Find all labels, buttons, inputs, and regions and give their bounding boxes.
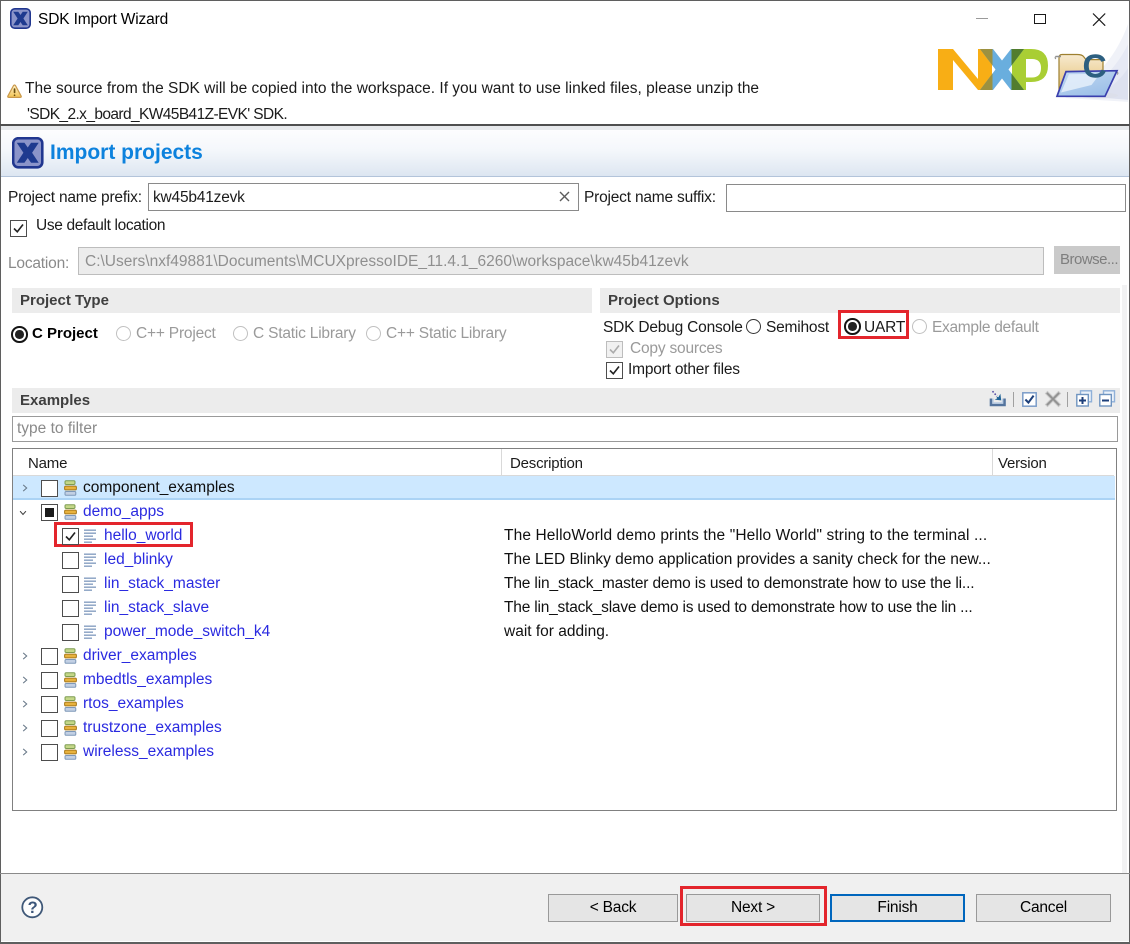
svg-text:?: ?	[28, 899, 38, 917]
svg-text:C: C	[1083, 49, 1107, 86]
